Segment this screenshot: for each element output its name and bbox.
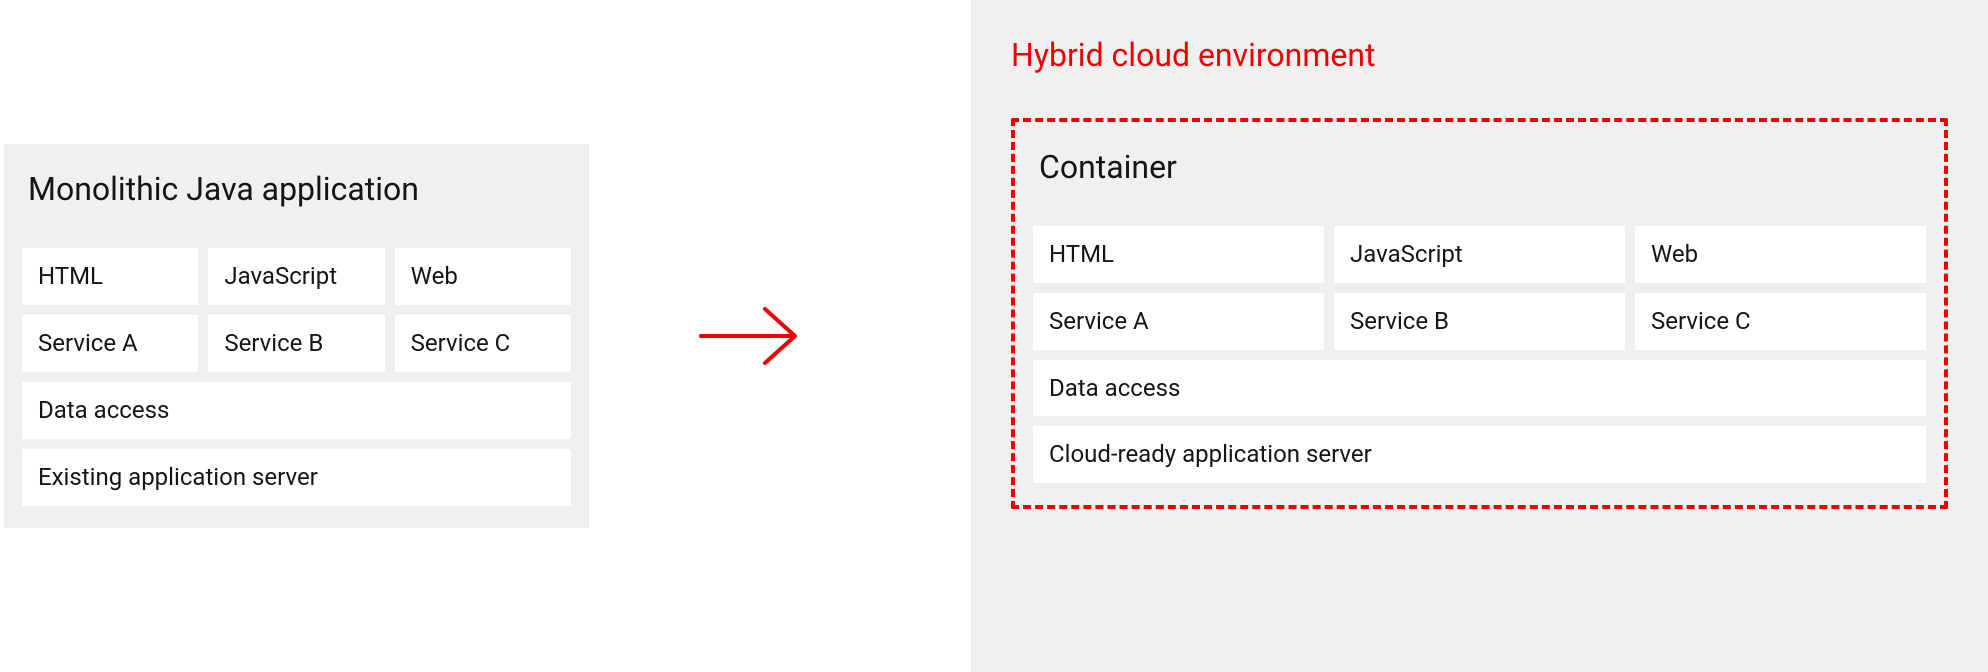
container-dashed-box: Container HTML JavaScript Web Service A … [1011,118,1948,509]
cell-web: Web [1635,226,1926,283]
hybrid-cloud-title: Hybrid cloud environment [1011,36,1948,74]
monolithic-title: Monolithic Java application [28,170,571,208]
diagram-stage: Monolithic Java application HTML JavaScr… [0,0,1988,672]
arrow-icon [695,296,805,376]
monolithic-grid: HTML JavaScript Web Service A Service B … [22,248,571,372]
cell-javascript: JavaScript [1334,226,1625,283]
cell-service-c: Service C [1635,293,1926,350]
container-title: Container [1039,148,1926,186]
left-column: Monolithic Java application HTML JavaScr… [4,144,589,527]
cell-service-c: Service C [395,315,571,372]
cell-service-a: Service A [1033,293,1324,350]
row-cloud-ready-app-server: Cloud-ready application server [1033,426,1926,483]
row-existing-app-server: Existing application server [22,449,571,506]
cell-html: HTML [1033,226,1324,283]
cell-service-b: Service B [208,315,384,372]
cell-web: Web [395,248,571,305]
cell-service-b: Service B [1334,293,1625,350]
cell-javascript: JavaScript [208,248,384,305]
cell-html: HTML [22,248,198,305]
right-column: Hybrid cloud environment Container HTML … [971,0,1988,672]
container-grid: HTML JavaScript Web Service A Service B … [1033,226,1926,350]
row-data-access: Data access [22,382,571,439]
container-panel: Container HTML JavaScript Web Service A … [1015,122,1944,505]
cell-service-a: Service A [22,315,198,372]
monolithic-panel: Monolithic Java application HTML JavaScr… [4,144,589,527]
row-data-access: Data access [1033,360,1926,417]
